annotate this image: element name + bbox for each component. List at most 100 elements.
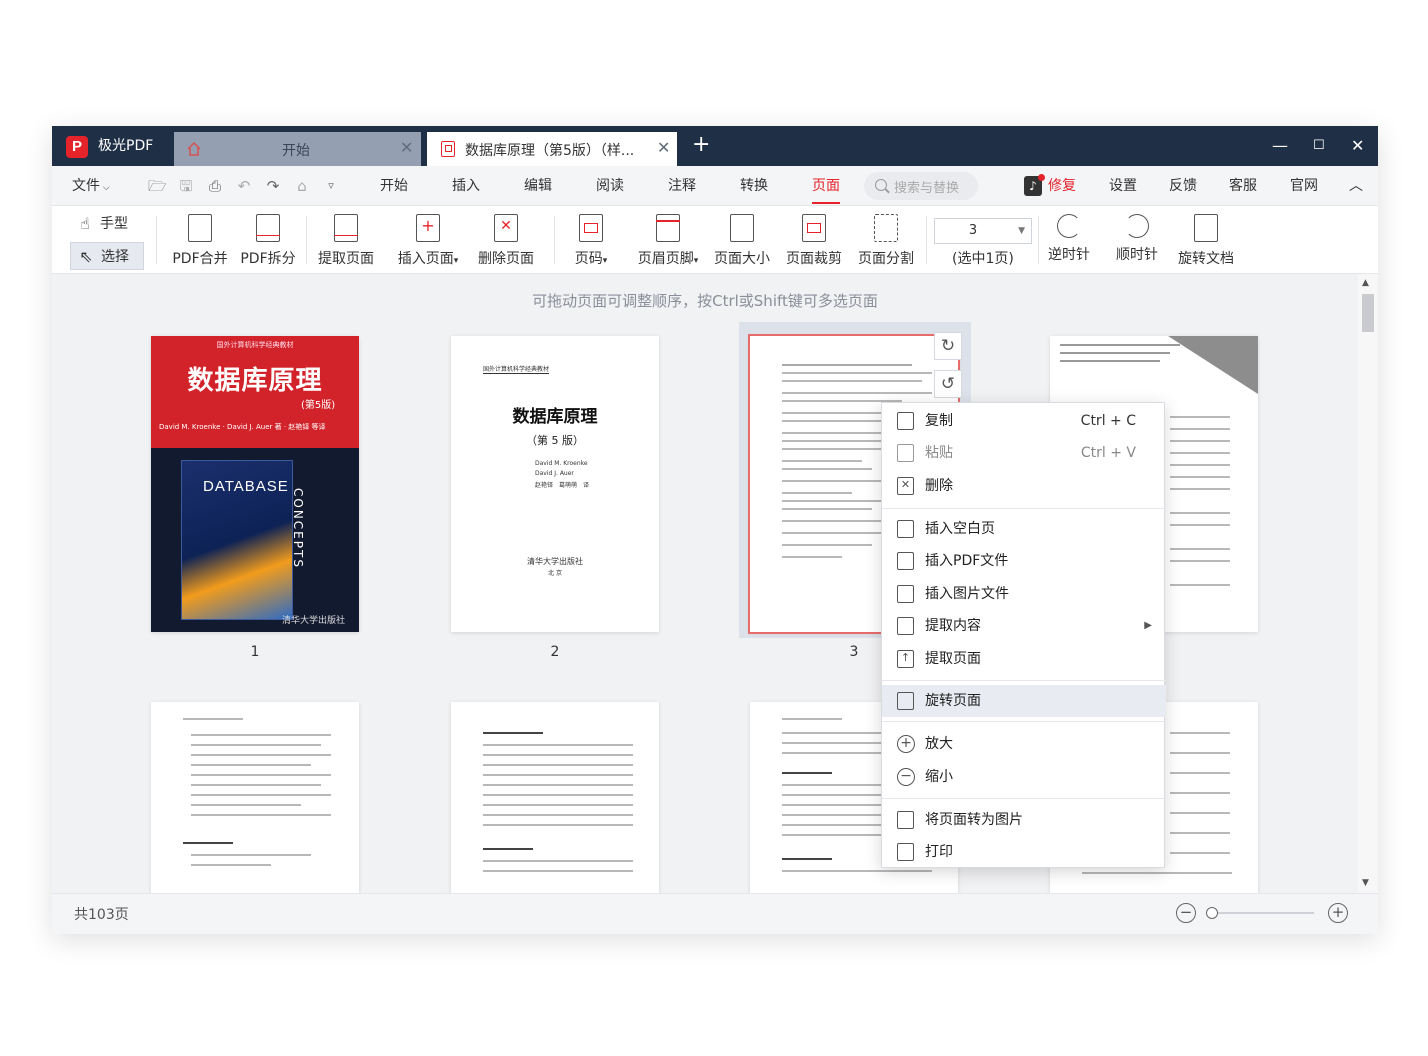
- submenu-arrow-icon: ▶: [1144, 620, 1152, 631]
- tab-home[interactable]: 开始 ✕: [174, 132, 421, 166]
- ctx-insert-pdf[interactable]: 插入PDF文件: [882, 545, 1166, 577]
- ctx-rotate-page[interactable]: 旋转页面: [882, 685, 1166, 717]
- menu-insert[interactable]: 插入: [452, 176, 480, 196]
- delete-page-button[interactable]: ✕ 删除页面: [476, 212, 536, 272]
- open-folder-icon[interactable]: 🗁: [148, 177, 167, 195]
- select-tool-button[interactable]: ⇖ 选择: [70, 242, 144, 270]
- minimize-icon[interactable]: —: [1272, 136, 1288, 156]
- new-tab-icon[interactable]: +: [692, 132, 710, 158]
- pdf-split-button[interactable]: PDF拆分: [238, 212, 298, 272]
- rotate-ccw-button[interactable]: 逆时针: [1046, 212, 1092, 272]
- pdf-merge-button[interactable]: PDF合并: [170, 212, 230, 272]
- collapse-ribbon-icon[interactable]: ︿: [1349, 176, 1363, 196]
- menu-website[interactable]: 官网: [1290, 176, 1318, 196]
- close-window-icon[interactable]: ✕: [1351, 136, 1364, 156]
- menu-service[interactable]: 客服: [1229, 176, 1257, 196]
- page-size-button[interactable]: 页面大小: [712, 212, 772, 272]
- ctx-copy[interactable]: 复制 Ctrl + C: [882, 405, 1166, 437]
- scrollbar-thumb[interactable]: [1362, 294, 1374, 332]
- zoom-slider[interactable]: [1208, 912, 1314, 914]
- page2-publisher: 清华大学出版社: [527, 557, 583, 566]
- extract-pages-button[interactable]: 提取页面: [316, 212, 376, 272]
- page2-title: 数据库原理: [512, 407, 598, 427]
- tab-close-icon[interactable]: ✕: [400, 139, 413, 157]
- rotate-cw-button[interactable]: 顺时针: [1114, 212, 1160, 272]
- menu-edit[interactable]: 编辑: [524, 176, 552, 196]
- page-thumbnail-1[interactable]: 国外计算机科学经典教材 数据库原理 (第5版) David M. Kroenke…: [151, 336, 359, 632]
- text-line: [483, 732, 543, 734]
- rotate-page-icon: [897, 692, 914, 710]
- page-thumbnail-5[interactable]: [151, 702, 359, 893]
- search-replace-input[interactable]: 搜索与替换: [864, 172, 978, 200]
- menu-repair[interactable]: 修复: [1048, 176, 1076, 196]
- zoom-out-icon[interactable]: −: [1176, 903, 1196, 923]
- page-number-input[interactable]: 3 ▼: [934, 218, 1032, 244]
- ctx-extract-content[interactable]: 提取内容 ▶: [882, 610, 1166, 642]
- text-line: [782, 500, 882, 502]
- pdf-merge-label: PDF合并: [172, 251, 228, 267]
- menu-read[interactable]: 阅读: [596, 176, 624, 196]
- toolbar-divider: [156, 216, 157, 264]
- customize-chevron-icon[interactable]: ▿: [322, 177, 340, 195]
- save-icon[interactable]: 🖫: [177, 177, 195, 195]
- ctx-insert-image[interactable]: 插入图片文件: [882, 578, 1166, 610]
- page2-author-2: David J. Auer: [535, 470, 574, 477]
- page-thumbnail-2[interactable]: 国外计算机科学经典教材 数据库原理 （第 5 版） David M. Kroen…: [451, 336, 659, 632]
- menu-annotate[interactable]: 注释: [668, 176, 696, 196]
- ctx-print[interactable]: 打印: [882, 836, 1166, 868]
- insert-page-button[interactable]: + 插入页面▾: [394, 212, 462, 272]
- maximize-icon[interactable]: ☐: [1313, 136, 1325, 156]
- menu-page[interactable]: 页面: [812, 176, 840, 204]
- page-number-button[interactable]: 页码▾: [568, 212, 614, 272]
- ctx-page-to-image[interactable]: 将页面转为图片: [882, 804, 1166, 836]
- page-number-2: 2: [550, 644, 560, 660]
- print-icon[interactable]: ⎙: [206, 177, 224, 195]
- tab-close-icon[interactable]: ✕: [657, 139, 670, 157]
- menu-convert[interactable]: 转换: [740, 176, 768, 196]
- page-split-button[interactable]: 页面分割: [856, 212, 916, 272]
- menu-bar: 文件 ⌵ 🗁 🖫 ⎙ ↶ ↷ ⌂ ▿ 开始 插入 编辑 阅读 注释 转换 页面 …: [52, 166, 1378, 206]
- context-menu: 复制 Ctrl + C 粘贴 Ctrl + V ✕ 删除 插入空白页 插入PDF文件 …: [881, 402, 1166, 868]
- zoom-in-icon: +: [897, 735, 915, 753]
- menu-start[interactable]: 开始: [380, 176, 408, 196]
- menu-settings[interactable]: 设置: [1109, 176, 1137, 196]
- page-thumbnail-6[interactable]: [451, 702, 659, 893]
- header-footer-button[interactable]: 页眉页脚▾: [634, 212, 702, 272]
- scroll-up-icon[interactable]: ▲: [1362, 278, 1369, 288]
- hand-tool-button[interactable]: ☝ 手型: [70, 210, 144, 238]
- text-line: [782, 420, 882, 422]
- ctx-extract-page-label: 提取页面: [925, 651, 981, 667]
- undo-icon[interactable]: ↶: [235, 177, 253, 195]
- page-number-label: 页码: [574, 251, 603, 267]
- ctx-zoom-in[interactable]: + 放大: [882, 728, 1166, 760]
- scroll-down-icon[interactable]: ▼: [1362, 878, 1369, 888]
- redo-icon[interactable]: ↷: [264, 177, 282, 195]
- rotate-cw-small-icon[interactable]: ↻: [934, 332, 962, 360]
- ctx-page-to-image-label: 将页面转为图片: [925, 812, 1023, 828]
- ctx-extract-page[interactable]: ↑ 提取页面: [882, 643, 1166, 675]
- rotate-ccw-small-icon[interactable]: ↺: [934, 370, 962, 398]
- text-line: [782, 392, 932, 394]
- vertical-scrollbar[interactable]: [1358, 274, 1378, 893]
- menu-file[interactable]: 文件 ⌵: [72, 176, 110, 198]
- selected-pages-label: (选中1页): [952, 251, 1014, 267]
- text-line: [782, 544, 872, 546]
- zoom-slider-handle[interactable]: [1206, 907, 1218, 919]
- repair-icon[interactable]: ♪: [1024, 174, 1045, 196]
- select-tool-label: 选择: [101, 249, 129, 265]
- page-crop-button[interactable]: 页面裁剪: [784, 212, 844, 272]
- text-line: [483, 744, 633, 746]
- ctx-delete[interactable]: ✕ 删除: [882, 470, 1166, 502]
- text-line: [1170, 584, 1230, 586]
- delete-icon: ✕: [897, 477, 914, 495]
- ctx-zoom-out[interactable]: − 缩小: [882, 761, 1166, 793]
- rotate-document-button[interactable]: 旋转文档: [1176, 212, 1236, 272]
- tab-document[interactable]: 数据库原理（第5版）（样... ✕: [427, 132, 677, 166]
- text-line: [191, 794, 331, 796]
- text-line: [191, 744, 321, 746]
- zoom-in-icon[interactable]: +: [1328, 903, 1348, 923]
- menu-feedback[interactable]: 反馈: [1169, 176, 1197, 196]
- ctx-paste[interactable]: 粘贴 Ctrl + V: [882, 437, 1166, 469]
- home-shortcut-icon[interactable]: ⌂: [293, 177, 311, 195]
- ctx-insert-blank[interactable]: 插入空白页: [882, 513, 1166, 545]
